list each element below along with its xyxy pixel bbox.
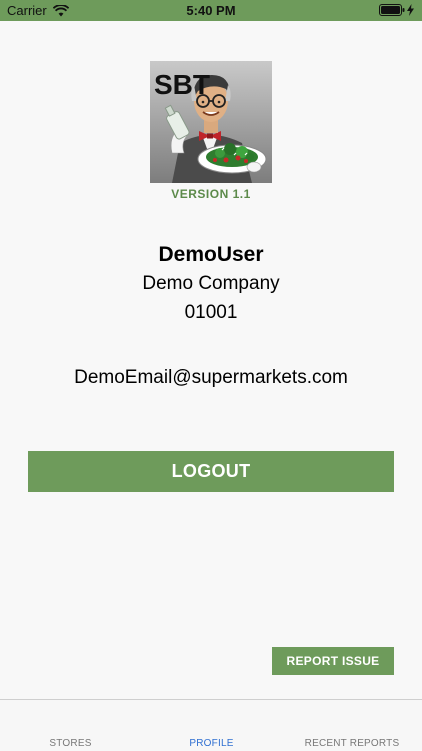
company-name: Demo Company [142, 273, 280, 294]
report-issue-button[interactable]: REPORT ISSUE [272, 647, 394, 675]
status-time: 5:40 PM [186, 3, 236, 18]
svg-text:SBT: SBT [154, 69, 210, 100]
tab-recent-reports[interactable]: RECENT REPORTS [282, 738, 422, 749]
battery-icon [379, 4, 405, 16]
app-version: VERSION 1.1 [171, 187, 251, 201]
logout-button[interactable]: LOGOUT [28, 451, 394, 492]
battery-indicator [379, 4, 414, 16]
user-name: DemoUser [158, 243, 264, 266]
tab-bar: STORES PROFILE RECENT REPORTS [0, 699, 422, 751]
tab-profile[interactable]: PROFILE [141, 738, 282, 749]
status-bar: Carrier 5:40 PM [0, 0, 422, 21]
tab-stores[interactable]: STORES [0, 738, 141, 749]
charging-bolt-icon [407, 4, 414, 16]
sbt-logo: SBT [150, 61, 272, 183]
user-id: 01001 [184, 302, 238, 323]
user-email: DemoEmail@supermarkets.com [74, 367, 348, 388]
